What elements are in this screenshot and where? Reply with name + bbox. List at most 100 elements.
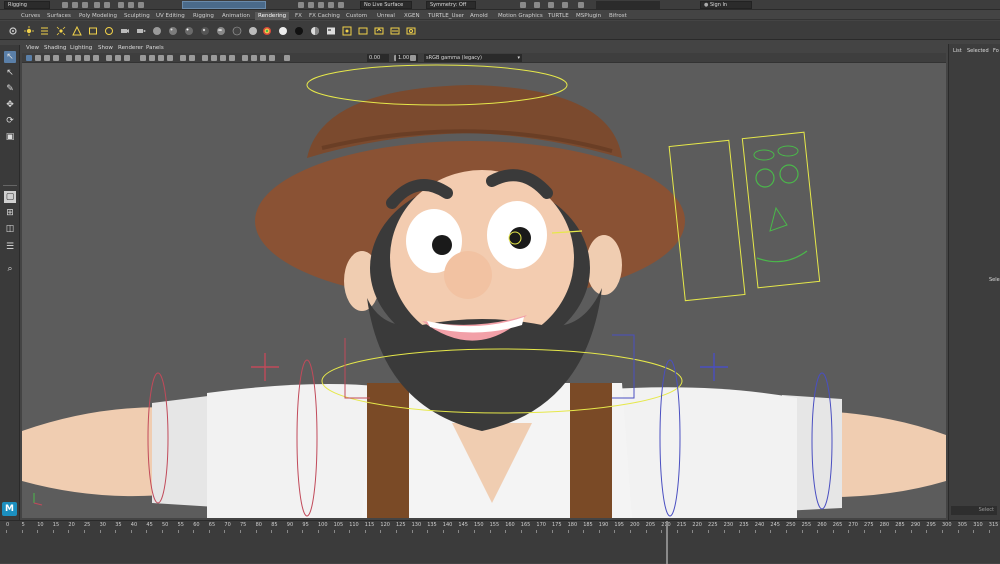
toon-shader-icon[interactable] bbox=[310, 26, 320, 36]
single-view-layout-icon[interactable]: ▢ bbox=[4, 191, 16, 203]
two-view-layout-icon[interactable]: ◫ bbox=[4, 223, 16, 235]
tab-focus[interactable]: Fo bbox=[993, 48, 999, 54]
time-slider[interactable]: 0 5 10 15 20 25 30 35 40 45 50 55 60 65 70 75 80 85 90 95 10… bbox=[0, 520, 1000, 564]
eye-control-left[interactable] bbox=[755, 168, 775, 188]
brow-control-right[interactable] bbox=[777, 145, 799, 157]
volume-light-icon[interactable] bbox=[104, 26, 114, 36]
use-all-lights-icon[interactable] bbox=[180, 55, 186, 61]
depth-of-field-icon[interactable] bbox=[229, 55, 235, 61]
tab-custom[interactable]: Custom bbox=[346, 13, 367, 19]
live-surface-field[interactable]: No Live Surface bbox=[360, 1, 412, 9]
select-object-icon[interactable] bbox=[128, 2, 134, 8]
resolution-gate-icon[interactable] bbox=[84, 55, 90, 61]
shadows-icon[interactable] bbox=[189, 55, 195, 61]
snap-view-icon[interactable] bbox=[328, 2, 334, 8]
exposure-field[interactable]: 0.00 bbox=[367, 54, 389, 62]
lambert-material-icon[interactable] bbox=[248, 26, 258, 36]
undo-icon[interactable] bbox=[94, 2, 100, 8]
left-ik-cross[interactable] bbox=[251, 353, 279, 381]
motion-blur-icon[interactable] bbox=[211, 55, 217, 61]
zoom-tool-icon[interactable]: ⌕ bbox=[4, 263, 16, 275]
render-settings-window-icon[interactable] bbox=[390, 26, 400, 36]
snap-grid-icon[interactable] bbox=[298, 2, 304, 8]
anisotropic-material-icon[interactable] bbox=[216, 26, 226, 36]
use-background-icon[interactable] bbox=[294, 26, 304, 36]
input-line-field[interactable] bbox=[596, 1, 660, 9]
menuset-dropdown[interactable]: Rigging bbox=[4, 1, 50, 9]
wireframe-on-shaded-icon[interactable] bbox=[158, 55, 164, 61]
tab-turtle-user[interactable]: TURTLE_User bbox=[428, 13, 464, 19]
history-icon[interactable] bbox=[520, 2, 526, 8]
color-space-dropdown[interactable]: sRGB gamma (legacy) ▾ bbox=[424, 54, 522, 62]
menu-show[interactable]: Show bbox=[98, 45, 113, 51]
blinn-material-icon[interactable] bbox=[168, 26, 178, 36]
tab-rendering[interactable]: Rendering bbox=[255, 12, 290, 20]
brow-control-left[interactable] bbox=[753, 149, 775, 161]
field-chart-icon[interactable] bbox=[106, 55, 112, 61]
xray-joints-icon[interactable] bbox=[260, 55, 266, 61]
tab-xgen[interactable]: XGEN bbox=[404, 13, 420, 19]
tab-sculpting[interactable]: Sculpting bbox=[124, 13, 150, 19]
sign-in-button[interactable]: ● Sign In bbox=[700, 1, 752, 9]
tab-surfaces[interactable]: Surfaces bbox=[47, 13, 71, 19]
right-ik-cross[interactable] bbox=[700, 353, 728, 381]
paint-select-tool-icon[interactable]: ✎ bbox=[4, 83, 16, 95]
four-view-layout-icon[interactable]: ⊞ bbox=[4, 207, 16, 219]
wireframe-icon[interactable] bbox=[140, 55, 146, 61]
symmetry-dropdown[interactable]: Symmetry: Off bbox=[426, 1, 476, 9]
layered-shader-icon[interactable] bbox=[232, 26, 242, 36]
point-light-icon[interactable] bbox=[56, 26, 66, 36]
lasso-tool-icon[interactable]: ↖ bbox=[4, 67, 16, 79]
menu-panels[interactable]: Panels bbox=[146, 45, 164, 51]
safe-action-icon[interactable] bbox=[115, 55, 121, 61]
select-tool-icon[interactable]: ↖ bbox=[4, 51, 16, 63]
film-gate-icon[interactable] bbox=[75, 55, 81, 61]
safe-title-icon[interactable] bbox=[124, 55, 130, 61]
tab-motion-graphics[interactable]: Motion Graphics bbox=[498, 13, 543, 19]
tab-list[interactable]: List bbox=[953, 48, 962, 54]
spot-light-icon[interactable] bbox=[72, 26, 82, 36]
smooth-shade-icon[interactable] bbox=[149, 55, 155, 61]
menu-lighting[interactable]: Lighting bbox=[70, 45, 92, 51]
tab-animation[interactable]: Animation bbox=[222, 13, 250, 19]
new-scene-icon[interactable] bbox=[62, 2, 68, 8]
menu-shading[interactable]: Shading bbox=[44, 45, 66, 51]
viewport-panel[interactable] bbox=[22, 63, 946, 518]
ipr-render-frame-icon[interactable] bbox=[374, 26, 384, 36]
rotate-tool-icon[interactable]: ⟳ bbox=[4, 115, 16, 127]
surface-shader-icon[interactable] bbox=[278, 26, 288, 36]
tab-bifrost[interactable]: Bifrost bbox=[609, 13, 627, 19]
select-field[interactable]: Select bbox=[951, 506, 997, 515]
screen-space-ao-icon[interactable] bbox=[202, 55, 208, 61]
save-scene-icon[interactable] bbox=[82, 2, 88, 8]
camera-aim-icon[interactable] bbox=[136, 26, 146, 36]
isolate-select-icon[interactable] bbox=[242, 55, 248, 61]
phong-material-icon[interactable] bbox=[184, 26, 194, 36]
ipr-render-icon[interactable] bbox=[548, 2, 554, 8]
xray-icon[interactable] bbox=[251, 55, 257, 61]
snap-point-icon[interactable] bbox=[318, 2, 324, 8]
camera-icon[interactable] bbox=[120, 26, 130, 36]
tab-fx[interactable]: FX bbox=[295, 13, 302, 19]
tab-rigging[interactable]: Rigging bbox=[193, 13, 214, 19]
eye-control-right[interactable] bbox=[779, 164, 799, 184]
selection-mask-group[interactable] bbox=[182, 1, 266, 9]
redo-icon[interactable] bbox=[104, 2, 110, 8]
batch-render-icon[interactable] bbox=[406, 26, 416, 36]
mouth-control[interactable] bbox=[756, 250, 808, 263]
directional-light-icon[interactable] bbox=[40, 26, 50, 36]
outliner-layout-icon[interactable]: ☰ bbox=[4, 241, 16, 253]
phonge-material-icon[interactable] bbox=[200, 26, 210, 36]
render-settings-icon[interactable] bbox=[562, 2, 568, 8]
hypershade-icon[interactable] bbox=[578, 2, 584, 8]
xray-components-icon[interactable] bbox=[269, 55, 275, 61]
menu-renderer[interactable]: Renderer bbox=[118, 45, 143, 51]
exposure-icon[interactable] bbox=[284, 55, 290, 61]
camera-attributes-icon[interactable] bbox=[35, 55, 41, 61]
select-camera-icon[interactable] bbox=[26, 55, 32, 61]
tab-unreal[interactable]: Unreal bbox=[377, 13, 395, 19]
open-scene-icon[interactable] bbox=[72, 2, 78, 8]
grid-icon[interactable] bbox=[66, 55, 72, 61]
anti-aliasing-icon[interactable] bbox=[220, 55, 226, 61]
current-time-marker[interactable] bbox=[666, 521, 668, 564]
